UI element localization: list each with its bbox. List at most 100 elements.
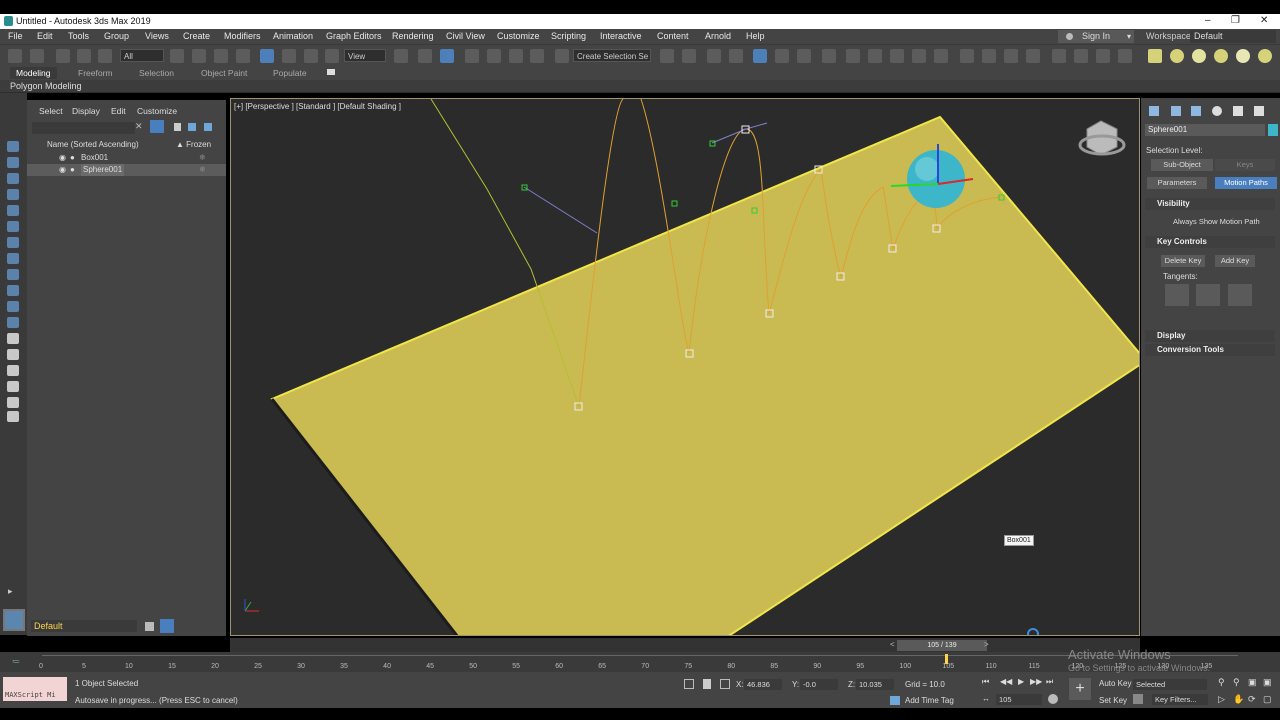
x-coordinate-field[interactable]: 46.836 (744, 679, 782, 690)
absolute-mode-icon[interactable] (720, 679, 730, 689)
display-invert-icon[interactable] (7, 381, 19, 392)
se-menu-customize[interactable]: Customize (137, 106, 177, 116)
add-key-button[interactable]: Add Key (1215, 255, 1255, 267)
environment-icon[interactable] (960, 49, 974, 63)
eye-icon[interactable]: ◉ (59, 164, 66, 176)
window-crossing-icon[interactable] (236, 49, 250, 63)
time-slider-knob[interactable]: 105 / 139 (897, 640, 987, 651)
play-icon[interactable]: ▶ (1018, 677, 1024, 686)
se-menu-edit[interactable]: Edit (111, 106, 126, 116)
scale-icon[interactable] (304, 49, 318, 63)
zoom-icon[interactable]: ⚲ (1218, 677, 1225, 688)
parameters-button[interactable]: Parameters (1147, 177, 1207, 189)
zoom-extents-icon[interactable]: ▣ (1248, 677, 1257, 688)
minimize-button[interactable]: – (1205, 15, 1211, 26)
menu-group[interactable]: Group (104, 31, 129, 41)
column-name[interactable]: Name (Sorted Ascending) (47, 140, 139, 149)
prev-frame-icon[interactable]: < (890, 640, 895, 649)
layer-explorer-icon[interactable] (160, 619, 174, 633)
pan-icon[interactable]: ✋ (1233, 694, 1244, 705)
delete-key-button[interactable]: Delete Key (1161, 255, 1205, 267)
sign-in-button[interactable]: Sign In ▾ (1058, 30, 1134, 43)
menu-modifiers[interactable]: Modifiers (224, 31, 261, 41)
viewport-layout-icon[interactable] (1004, 49, 1018, 63)
select-manipulate-icon[interactable] (418, 49, 432, 63)
trackbar-toggle-icon[interactable]: ≔ (12, 657, 20, 666)
snap-toggle-icon[interactable] (465, 49, 479, 63)
list-item-box001[interactable]: ◉ ● Box001 ❄ (27, 152, 226, 164)
display-rollout[interactable]: Display (1145, 330, 1275, 342)
object-name-field[interactable]: Sphere001 (1145, 124, 1265, 136)
menu-tools[interactable]: Tools (68, 31, 89, 41)
toggle-scene-explorer-icon[interactable] (707, 49, 721, 63)
select-icon[interactable] (7, 141, 19, 152)
tab-freeform[interactable]: Freeform (78, 68, 112, 78)
menu-content[interactable]: Content (657, 31, 689, 41)
display-lights-icon[interactable] (7, 205, 19, 216)
arnold-mesh-icon[interactable] (1118, 49, 1132, 63)
auto-key-button[interactable]: Auto Key (1099, 679, 1131, 688)
menu-civil-view[interactable]: Civil View (446, 31, 485, 41)
perspective-viewport[interactable]: [+] [Perspective ] [Standard ] [Default … (230, 98, 1140, 636)
reference-coord-dropdown[interactable]: View (344, 49, 386, 62)
spinner-snap-icon[interactable] (530, 49, 544, 63)
expand-arrow-icon[interactable]: ▸ (8, 586, 13, 597)
select-object-icon[interactable] (170, 49, 184, 63)
render-iterative-icon[interactable] (912, 49, 926, 63)
next-frame-icon[interactable]: > (984, 640, 989, 649)
bind-spacewarp-icon[interactable] (98, 49, 112, 63)
display-containers-icon[interactable] (7, 317, 19, 328)
next-key-icon[interactable]: ▶▶ (1030, 677, 1042, 686)
light-lister-icon[interactable] (1052, 49, 1066, 63)
align-icon[interactable] (682, 49, 696, 63)
menu-create[interactable]: Create (183, 31, 210, 41)
display-tab-icon[interactable] (1233, 106, 1243, 116)
time-config-icon[interactable] (1048, 694, 1058, 704)
menu-help[interactable]: Help (746, 31, 765, 41)
se-search-input[interactable] (32, 122, 135, 134)
hierarchy-icon[interactable] (188, 123, 196, 131)
layers-icon[interactable] (145, 622, 154, 631)
prev-key-icon[interactable]: ◀◀ (1000, 677, 1012, 686)
rendered-frame-icon[interactable] (868, 49, 882, 63)
time-tag-icon[interactable] (890, 696, 900, 705)
display-none-toggle-icon[interactable] (7, 365, 19, 376)
hierarchy2-icon[interactable] (204, 123, 212, 131)
tangent-smooth-icon[interactable] (1165, 284, 1189, 306)
tab-populate[interactable]: Populate (273, 68, 307, 78)
sub-object-button[interactable]: Sub-Object (1151, 159, 1213, 171)
orbit-icon[interactable]: ⟳ (1248, 694, 1256, 705)
arnold-ball2-icon[interactable] (1214, 49, 1228, 63)
keyboard-shortcut-icon[interactable] (440, 49, 454, 63)
go-to-start-icon[interactable]: ⏮ (982, 677, 989, 687)
menu-arnold[interactable]: Arnold (705, 31, 731, 41)
close-button[interactable]: ✕ (1260, 15, 1268, 26)
named-selection-dropdown[interactable]: Create Selection Se (573, 49, 651, 62)
workspace-select[interactable]: Default (1190, 30, 1276, 43)
arnold-sphere-icon[interactable] (1170, 49, 1184, 63)
go-to-end-icon[interactable]: ⏭ (1046, 677, 1053, 687)
freeze-icon[interactable]: ❄ (199, 164, 206, 176)
menu-graph-editors[interactable]: Graph Editors (326, 31, 382, 41)
arnold-render-icon[interactable] (982, 49, 996, 63)
menu-rendering[interactable]: Rendering (392, 31, 434, 41)
freeze-icon[interactable]: ❄ (199, 152, 206, 164)
layer-swatch-icon[interactable] (3, 609, 25, 631)
menu-interactive[interactable]: Interactive (600, 31, 642, 41)
create-tab-icon[interactable] (1149, 106, 1159, 116)
rect-selection-icon[interactable] (214, 49, 228, 63)
layer-dropdown[interactable]: Default (31, 620, 137, 632)
maximize-button[interactable]: ❐ (1231, 15, 1240, 26)
current-frame-marker[interactable] (945, 654, 949, 664)
lock-icon[interactable] (174, 123, 181, 131)
utilities-tab-icon[interactable] (1254, 106, 1264, 116)
add-time-tag[interactable]: Add Time Tag (905, 696, 954, 705)
lock-selection-icon[interactable] (703, 679, 711, 689)
keys-dropdown[interactable]: Keys (1215, 159, 1275, 171)
object-color-swatch[interactable] (1268, 124, 1278, 136)
motion-paths-button[interactable]: Motion Paths (1215, 177, 1277, 189)
object-visible-icon[interactable]: ● (70, 152, 75, 164)
display-particles-icon[interactable] (7, 333, 19, 344)
mirror-icon[interactable] (660, 49, 674, 63)
angle-snap-icon[interactable] (487, 49, 501, 63)
